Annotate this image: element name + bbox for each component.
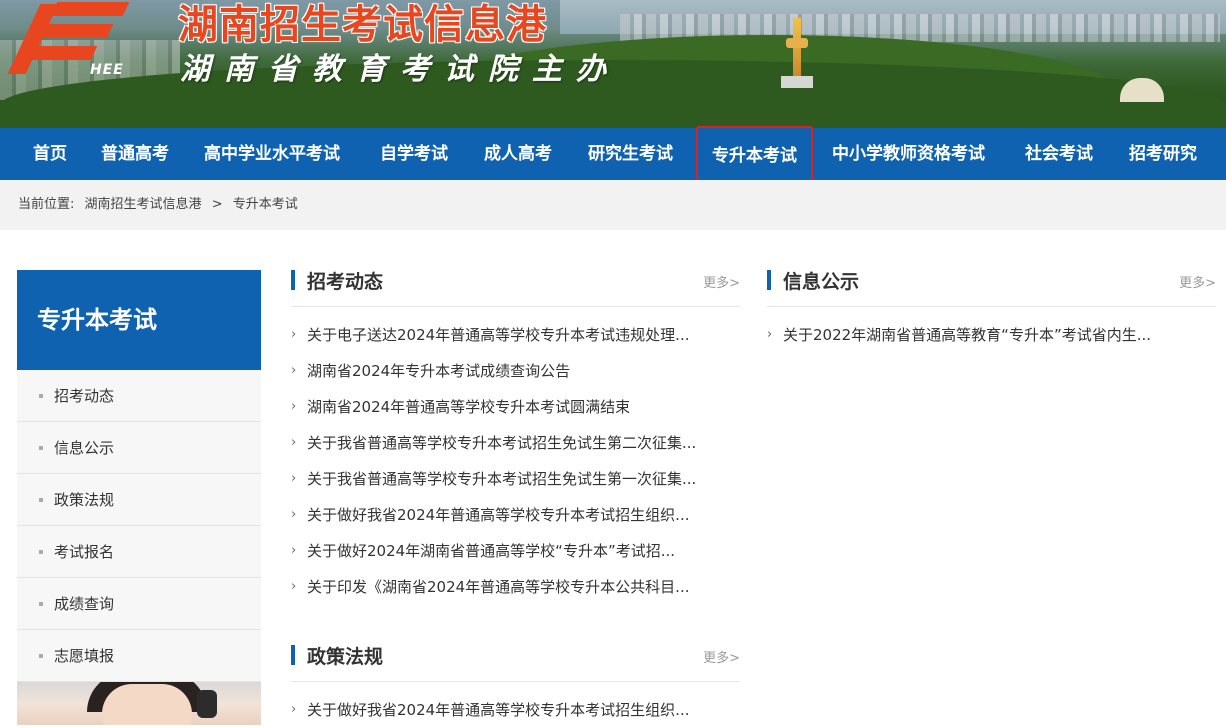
news-list-zhaokao: › 关于电子送达2024年普通高等学校专升本考试违规处理... › 湖南省2024年专… xyxy=(291,317,740,605)
nav-item-chengren[interactable]: 成人高考 xyxy=(484,128,552,180)
news-item-title: 关于我省普通高等学校专升本考试招生免试生第二次征集... xyxy=(307,434,697,452)
news-item[interactable]: › 关于做好我省2024年普通高等学校专升本考试招生组织... xyxy=(291,497,740,533)
more-link[interactable]: 更多> xyxy=(703,647,740,666)
more-link[interactable]: 更多> xyxy=(1179,272,1216,291)
news-item[interactable]: › 关于我省普通高等学校专升本考试招生免试生第二次征集... xyxy=(291,425,740,461)
site-logo[interactable]: HEE xyxy=(7,0,138,80)
breadcrumb: 当前位置: 湖南招生考试信息港 > 专升本考试 xyxy=(18,180,304,230)
nav-item-zhuanshengben[interactable]: 专升本考试 xyxy=(696,126,813,186)
nav-item-gaokao[interactable]: 普通高考 xyxy=(101,128,169,180)
news-item[interactable]: › 关于电子送达2024年普通高等学校专升本考试违规处理... xyxy=(291,317,740,353)
sidebar-menu: 招考动态 信息公示 政策法规 考试报名 成绩查询 志愿填报 xyxy=(17,370,261,682)
photo-face xyxy=(102,684,192,725)
sidebar-header: 专升本考试 xyxy=(17,270,261,370)
news-item-title: 关于2022年湖南省普通高等教育“专升本”考试省内生... xyxy=(783,326,1152,344)
sidebar-item-baoming[interactable]: 考试报名 xyxy=(17,526,261,578)
logo-bar xyxy=(40,24,114,38)
sidebar-item-label: 成绩查询 xyxy=(54,595,115,613)
news-item[interactable]: › 关于2022年湖南省普通高等教育“专升本”考试省内生... xyxy=(767,317,1216,353)
news-item-title: 湖南省2024年普通高等学校专升本考试圆满结束 xyxy=(307,398,631,416)
news-item-title: 关于做好2024年湖南省普通高等学校“专升本”考试招... xyxy=(307,542,676,560)
chevron-right-icon: › xyxy=(291,435,297,450)
news-item-title: 关于电子送达2024年普通高等学校专升本考试违规处理... xyxy=(307,326,690,344)
news-item[interactable]: › 关于我省普通高等学校专升本考试招生免试生第一次征集... xyxy=(291,461,740,497)
more-link[interactable]: 更多> xyxy=(703,272,740,291)
section-marker xyxy=(291,645,295,665)
bullet-icon xyxy=(39,498,43,502)
nav-item-home[interactable]: 首页 xyxy=(33,128,67,180)
sidebar-item-label: 招考动态 xyxy=(54,387,115,405)
nav-item-shehui[interactable]: 社会考试 xyxy=(1025,128,1093,180)
chevron-right-icon: › xyxy=(291,579,297,594)
nav-item-yanjiusheng[interactable]: 研究生考试 xyxy=(588,128,673,180)
logo-bar xyxy=(50,2,130,16)
news-item-title: 湖南省2024年专升本考试成绩查询公告 xyxy=(307,362,571,380)
chevron-right-icon: › xyxy=(291,471,297,486)
chevron-right-icon: › xyxy=(291,363,297,378)
logo-bar xyxy=(30,46,98,60)
bullet-icon xyxy=(39,654,43,658)
chevron-right-icon: › xyxy=(291,543,297,558)
sidebar-title: 专升本考试 xyxy=(37,306,157,334)
news-list-zhengce: › 关于做好我省2024年普通高等学校专升本考试招生组织... xyxy=(291,692,740,728)
main-nav: 首页 普通高考 高中学业水平考试 自学考试 成人高考 研究生考试 专升本考试 中… xyxy=(0,126,1226,186)
chevron-right-icon: › xyxy=(291,507,297,522)
news-item[interactable]: › 关于印发《湖南省2024年普通高等学校专升本公共科目... xyxy=(291,569,740,605)
chevron-right-icon: › xyxy=(291,399,297,414)
news-list-xinxi: › 关于2022年湖南省普通高等教育“专升本”考试省内生... xyxy=(767,317,1216,353)
sidebar-item-label: 志愿填报 xyxy=(54,647,115,665)
bullet-icon xyxy=(39,394,43,398)
news-item-title: 关于印发《湖南省2024年普通高等学校专升本公共科目... xyxy=(307,578,690,596)
nav-item-xueye[interactable]: 高中学业水平考试 xyxy=(204,128,340,180)
news-item[interactable]: › 关于做好2024年湖南省普通高等学校“专升本”考试招... xyxy=(291,533,740,569)
site-subtitle: 湖南省教育考试院主办 xyxy=(180,52,620,87)
bullet-icon xyxy=(39,550,43,554)
section-marker xyxy=(291,270,295,290)
section-header-xinxi: 信息公示 更多> xyxy=(767,270,1216,307)
nav-item-jiaoshi[interactable]: 中小学教师资格考试 xyxy=(832,128,985,180)
news-item-title: 关于做好我省2024年普通高等学校专升本考试招生组织... xyxy=(307,506,690,524)
breadcrumb-separator: > xyxy=(211,197,223,212)
news-item[interactable]: › 湖南省2024年专升本考试成绩查询公告 xyxy=(291,353,740,389)
sidebar-item-zhaokao[interactable]: 招考动态 xyxy=(17,370,261,422)
sidebar-item-label: 考试报名 xyxy=(54,543,115,561)
bullet-icon xyxy=(39,446,43,450)
sidebar-item-zhiyuan[interactable]: 志愿填报 xyxy=(17,630,261,682)
sidebar-item-label: 政策法规 xyxy=(54,491,115,509)
customer-service-banner[interactable] xyxy=(17,682,261,725)
nav-item-yanjiu[interactable]: 招考研究 xyxy=(1129,128,1197,180)
news-item-title: 关于做好我省2024年普通高等学校专升本考试招生组织... xyxy=(307,701,690,719)
section-header-zhengce: 政策法规 更多> xyxy=(291,645,740,682)
chevron-right-icon: › xyxy=(291,702,297,717)
nav-item-zixue[interactable]: 自学考试 xyxy=(380,128,448,180)
breadcrumb-bar: 当前位置: 湖南招生考试信息港 > 专升本考试 xyxy=(0,180,1226,230)
breadcrumb-home-link[interactable]: 湖南招生考试信息港 xyxy=(85,197,202,212)
tv-tower-image xyxy=(781,18,813,88)
news-item[interactable]: › 湖南省2024年普通高等学校专升本考试圆满结束 xyxy=(291,389,740,425)
sidebar-item-label: 信息公示 xyxy=(54,439,115,457)
header-banner: HEE 湖南招生考试信息港 湖南省教育考试院主办 xyxy=(0,0,1226,128)
section-header-zhaokao: 招考动态 更多> xyxy=(291,270,740,307)
chevron-right-icon: › xyxy=(291,327,297,342)
site-title: 湖南招生考试信息港 xyxy=(178,2,547,48)
logo-text: HEE xyxy=(90,62,124,78)
section-title: 政策法规 xyxy=(307,646,384,668)
sidebar-item-zhengce[interactable]: 政策法规 xyxy=(17,474,261,526)
chevron-right-icon: › xyxy=(767,327,773,342)
pavilion-image xyxy=(1120,78,1164,102)
bullet-icon xyxy=(39,602,43,606)
sidebar-item-xinxi[interactable]: 信息公示 xyxy=(17,422,261,474)
section-marker xyxy=(767,270,771,290)
section-title: 信息公示 xyxy=(783,271,860,293)
breadcrumb-current[interactable]: 专升本考试 xyxy=(233,197,298,212)
breadcrumb-prefix: 当前位置: xyxy=(18,197,75,212)
headset-icon xyxy=(197,690,217,718)
sidebar-item-chengji[interactable]: 成绩查询 xyxy=(17,578,261,630)
news-item-title: 关于我省普通高等学校专升本考试招生免试生第一次征集... xyxy=(307,470,697,488)
news-item[interactable]: › 关于做好我省2024年普通高等学校专升本考试招生组织... xyxy=(291,692,740,728)
section-title: 招考动态 xyxy=(307,271,384,293)
